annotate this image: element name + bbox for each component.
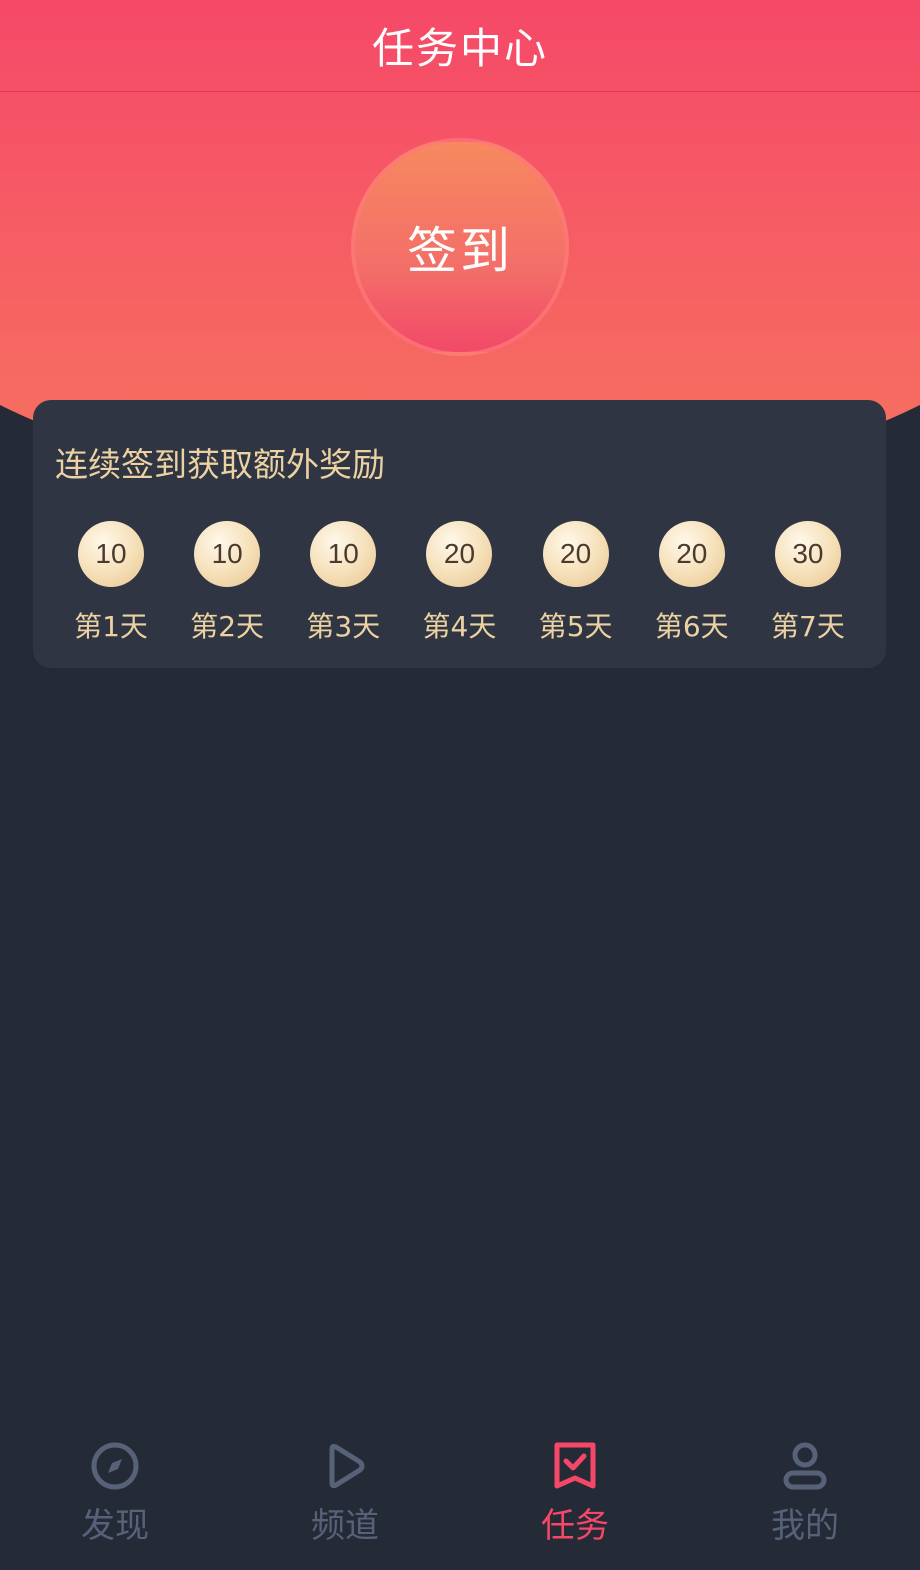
tab-label: 任务 — [541, 1506, 609, 1546]
reward-coin: 10 — [310, 521, 377, 587]
reward-coin: 20 — [426, 521, 493, 587]
day-label: 第6天 — [654, 610, 729, 643]
streak-day: 10 第2天 — [169, 521, 285, 645]
streak-day: 10 第3天 — [285, 521, 401, 645]
compass-icon — [91, 1442, 139, 1490]
streak-day: 20 第5天 — [518, 521, 634, 645]
day-label: 第3天 — [306, 610, 381, 643]
reward-coin: 20 — [658, 521, 725, 587]
day-label: 第4天 — [422, 610, 497, 643]
day-label: 第1天 — [74, 610, 148, 643]
task-center-page: 任务中心 签到 连续签到获取额外奖励 10 第1天 10 第2天 10 第3天 … — [0, 0, 920, 1570]
day-label: 第5天 — [538, 610, 613, 643]
tab-label: 发现 — [81, 1506, 149, 1546]
reward-coin: 20 — [542, 521, 609, 587]
tab-task[interactable]: 任务 — [460, 1412, 690, 1570]
reward-coin: 10 — [194, 521, 261, 587]
bottom-tab-bar: 发现 频道 任务 我的 — [0, 1412, 920, 1570]
streak-day: 10 第1天 — [53, 521, 169, 645]
day-label: 第2天 — [190, 610, 265, 643]
streak-day: 20 第6天 — [634, 521, 750, 645]
tab-label: 频道 — [311, 1506, 379, 1546]
user-icon — [783, 1442, 827, 1490]
play-icon — [329, 1443, 365, 1489]
checkin-button-label: 签到 — [407, 222, 513, 280]
streak-day: 30 第7天 — [750, 521, 866, 645]
task-check-icon — [554, 1442, 596, 1489]
header-bar: 任务中心 — [0, 0, 920, 92]
tab-mine[interactable]: 我的 — [690, 1412, 920, 1570]
page-title: 任务中心 — [371, 24, 548, 73]
reward-coin: 30 — [774, 521, 841, 587]
checkin-button[interactable]: 签到 — [351, 138, 569, 356]
streak-reward-title: 连续签到获取额外奖励 — [55, 445, 385, 484]
tab-discover[interactable]: 发现 — [0, 1412, 230, 1570]
tab-channel[interactable]: 频道 — [230, 1412, 460, 1570]
streak-day: 20 第4天 — [401, 521, 517, 645]
reward-coin: 10 — [78, 521, 144, 587]
tab-label: 我的 — [771, 1506, 839, 1546]
streak-day-list: 10 第1天 10 第2天 10 第3天 20 第4天 20 第5天 20 第6… — [53, 521, 866, 645]
day-label: 第7天 — [771, 610, 845, 643]
streak-reward-card: 连续签到获取额外奖励 10 第1天 10 第2天 10 第3天 20 第4天 2… — [33, 400, 886, 668]
